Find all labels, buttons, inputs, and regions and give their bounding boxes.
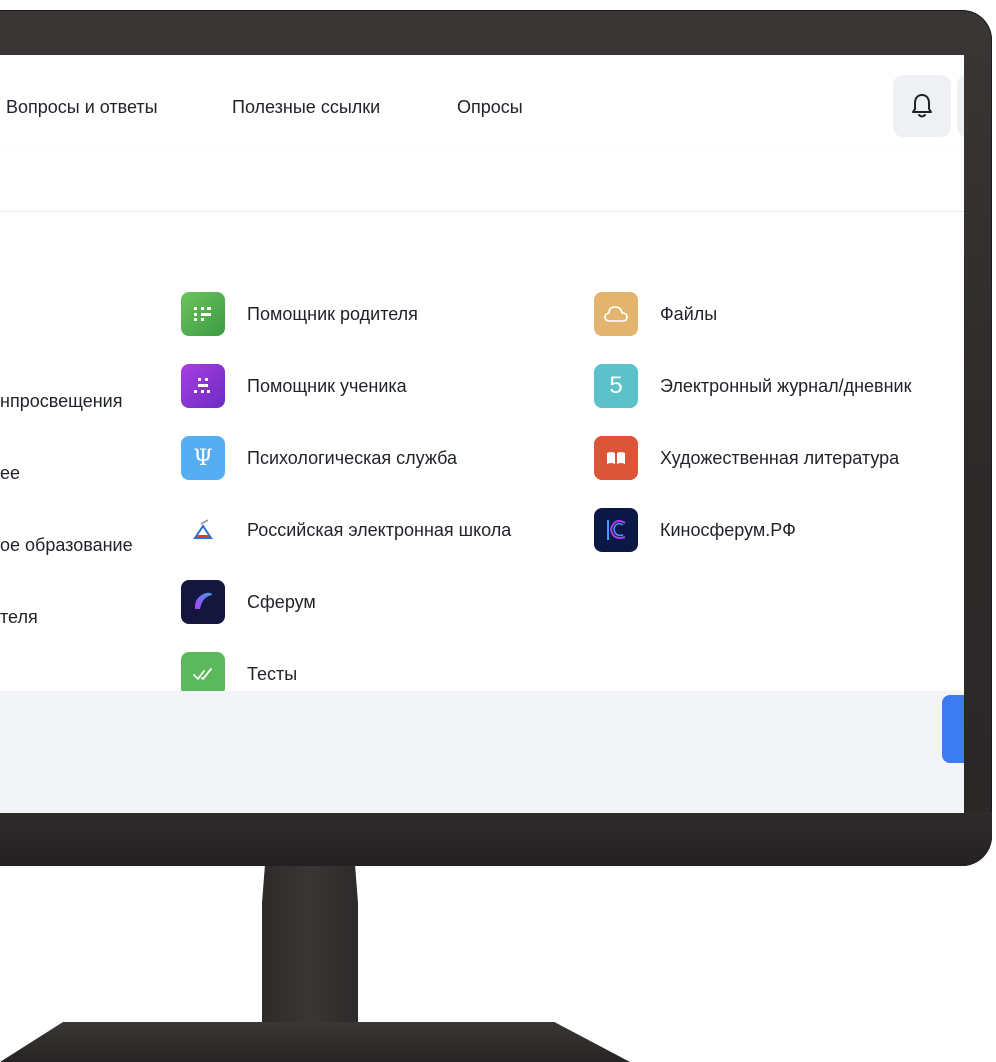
book-icon [594, 436, 638, 480]
monitor-chin [0, 812, 992, 866]
psychology-icon: Ψ [181, 436, 225, 480]
service-psychology[interactable]: Ψ Психологическая служба [181, 436, 457, 480]
service-literature[interactable]: Художественная литература [594, 436, 899, 480]
service-label: Российская электронная школа [247, 519, 512, 540]
primary-action-button[interactable] [942, 695, 964, 763]
monitor-stand-neck [262, 866, 358, 1026]
monitor-stand-base [0, 1022, 630, 1062]
service-sferum[interactable]: Сферум [181, 580, 316, 624]
left-item-4[interactable]: теля [0, 607, 38, 628]
nav-faq[interactable]: Вопросы и ответы [6, 97, 158, 118]
left-item-1[interactable]: нпросвещения [0, 391, 122, 412]
service-tests[interactable]: Тесты [181, 652, 297, 696]
screen: Вопросы и ответы Полезные ссылки Опросы … [0, 55, 964, 813]
service-parent-helper[interactable]: Помощник родителя [181, 292, 418, 336]
bell-icon [912, 94, 932, 118]
service-label: Файлы [660, 303, 718, 324]
top-header: Вопросы и ответы Полезные ссылки Опросы [0, 55, 964, 151]
service-label: Художественная литература [660, 447, 900, 468]
parent-helper-icon [181, 292, 225, 336]
service-label: Киносферум.РФ [660, 519, 796, 540]
res-logo-icon [181, 508, 225, 552]
service-e-journal[interactable]: 5 Электронный журнал/дневник [594, 364, 911, 408]
student-helper-icon [181, 364, 225, 408]
page-content-area [0, 691, 964, 813]
notifications-button[interactable] [893, 75, 951, 137]
service-label: Тесты [247, 663, 298, 684]
cloud-files-icon [594, 292, 638, 336]
service-label: Помощник родителя [247, 303, 418, 324]
service-student-helper[interactable]: Помощник ученика [181, 364, 407, 408]
tests-icon [181, 652, 225, 696]
service-label: Психологическая служба [247, 447, 458, 468]
journal-5-icon: 5 [594, 364, 638, 408]
service-kinosferum[interactable]: Киносферум.РФ [594, 508, 796, 552]
service-label: Электронный журнал/дневник [660, 375, 912, 396]
kinosferum-icon [594, 508, 638, 552]
left-item-3[interactable]: ое образование [0, 535, 133, 556]
nav-surveys[interactable]: Опросы [457, 97, 523, 118]
sferum-icon [181, 580, 225, 624]
service-label: Сферум [247, 591, 316, 612]
service-label: Помощник ученика [247, 375, 407, 396]
nav-useful-links[interactable]: Полезные ссылки [232, 97, 380, 118]
service-files[interactable]: Файлы [594, 292, 717, 336]
services-dropdown: нпросвещения ее ое образование теля Помо… [0, 151, 964, 696]
profile-button-partial[interactable] [957, 75, 964, 137]
left-item-2[interactable]: ее [0, 463, 20, 484]
divider [0, 211, 964, 212]
service-res[interactable]: Российская электронная школа [181, 508, 511, 552]
